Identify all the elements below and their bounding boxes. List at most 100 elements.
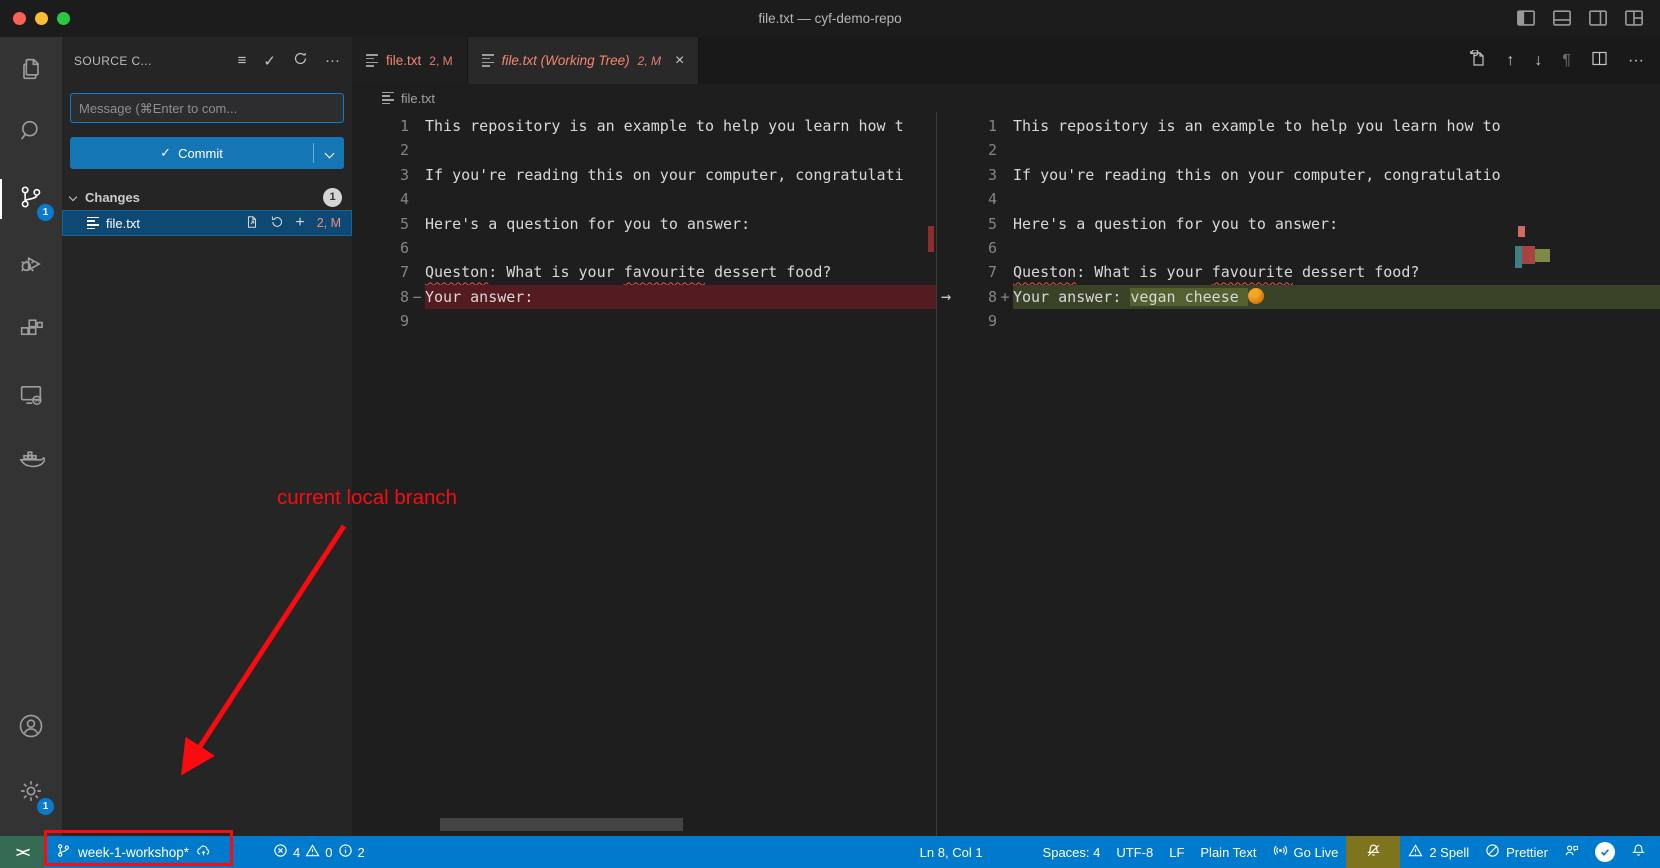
code-line[interactable]: 6 — [937, 236, 1660, 260]
commit-message-input[interactable] — [70, 93, 344, 123]
stage-changes-icon[interactable]: + — [295, 216, 304, 230]
feedback-item[interactable] — [1556, 836, 1587, 868]
info-icon — [338, 843, 353, 861]
eol-item[interactable]: LF — [1161, 836, 1192, 868]
publish-cloud-icon — [196, 843, 211, 861]
customize-layout-icon[interactable] — [1624, 8, 1644, 33]
open-file-icon[interactable] — [245, 215, 259, 232]
annotation-text: current local branch — [277, 486, 457, 510]
more-actions-icon[interactable]: ··· — [1628, 52, 1644, 70]
code-line[interactable]: 8−Your answer: — [352, 285, 936, 309]
commit-dropdown-button[interactable] — [314, 150, 344, 157]
sidebar-item-docker[interactable] — [0, 437, 62, 489]
horizontal-scrollbar[interactable] — [440, 818, 683, 831]
close-window-button[interactable] — [13, 12, 26, 25]
sidebar-item-remote-explorer[interactable] — [0, 371, 62, 423]
bell-slash-icon — [1366, 843, 1381, 861]
more-actions-icon[interactable]: ··· — [325, 52, 340, 69]
settings-badge: 1 — [37, 798, 54, 815]
slash-circle-icon — [1485, 843, 1500, 861]
sync-status-item[interactable] — [1587, 836, 1623, 868]
sidebar-title: SOURCE C... — [74, 54, 152, 68]
problems-status-item[interactable]: 4 0 2 — [265, 836, 373, 868]
code-line[interactable]: 9 — [352, 309, 936, 333]
code-line[interactable]: 5Here's a question for you to answer: — [352, 212, 936, 236]
toggle-secondary-sidebar-icon[interactable] — [1588, 8, 1608, 33]
code-line[interactable]: 5Here's a question for you to answer: — [937, 212, 1660, 236]
cursor-position: Ln 8, Col 1 — [920, 845, 983, 860]
line-number-gutter: 4 — [352, 187, 425, 211]
code-line[interactable]: 2 — [352, 138, 936, 162]
changes-section-header[interactable]: Changes 1 — [62, 184, 352, 210]
code-line[interactable]: 2 — [937, 138, 1660, 162]
tab-problems-badge: 2, M — [429, 54, 452, 68]
line-number-gutter: 3 — [352, 163, 425, 187]
close-tab-icon[interactable]: × — [675, 52, 684, 70]
commit-check-icon[interactable]: ✓ — [263, 52, 276, 70]
tab-file-txt[interactable]: file.txt 2, M — [352, 37, 468, 84]
code-line[interactable]: 3If you're reading this on your computer… — [937, 163, 1660, 187]
remote-indicator[interactable]: >< — [0, 836, 44, 868]
code-line[interactable]: 6 — [352, 236, 936, 260]
next-change-icon[interactable]: ↓ — [1534, 52, 1542, 70]
toggle-panel-icon[interactable] — [1552, 8, 1572, 33]
discard-changes-icon[interactable] — [270, 215, 284, 232]
split-editor-icon[interactable] — [1591, 50, 1608, 72]
branch-status-item[interactable]: week-1-workshop* — [48, 836, 219, 868]
view-as-list-icon[interactable]: ≡ — [238, 52, 247, 69]
language-mode: Plain Text — [1200, 845, 1256, 860]
render-whitespace-icon[interactable]: ¶ — [1562, 52, 1571, 70]
warning-count: 0 — [325, 845, 332, 860]
diff-original-pane[interactable]: 1This repository is an example to help y… — [352, 112, 936, 836]
notifications-item[interactable] — [1623, 836, 1660, 868]
spell-checker-item[interactable]: 2 Spell — [1400, 836, 1477, 868]
code-line[interactable]: 4 — [937, 187, 1660, 211]
encoding-item[interactable]: UTF-8 — [1108, 836, 1161, 868]
commit-button[interactable]: ✓ Commit — [70, 137, 344, 169]
code-line[interactable]: 8+Your answer: vegan cheese — [937, 285, 1660, 309]
sidebar-item-run-debug[interactable] — [0, 240, 62, 292]
code-line[interactable]: 3If you're reading this on your computer… — [352, 163, 936, 187]
accounts-button[interactable] — [0, 702, 62, 754]
code-line[interactable]: 4 — [352, 187, 936, 211]
language-mode-item[interactable]: Plain Text — [1192, 836, 1264, 868]
diff-editor[interactable]: 1This repository is an example to help y… — [352, 112, 1660, 836]
live-reload-off-item[interactable] — [1346, 836, 1400, 868]
code-line[interactable]: 1This repository is an example to help y… — [352, 114, 936, 138]
sidebar-item-extensions[interactable] — [0, 305, 62, 357]
sidebar-item-source-control[interactable]: 1 — [0, 173, 62, 225]
indentation-item[interactable]: Spaces: 4 — [1035, 836, 1109, 868]
file-status-badge: 2, M — [317, 216, 341, 230]
status-bar: >< week-1-workshop* 4 0 2 Ln 8, Col 1 Sp… — [0, 836, 1660, 868]
code-line[interactable]: 7Queston: What is your favourite dessert… — [937, 260, 1660, 284]
code-line[interactable]: 9 — [937, 309, 1660, 333]
breadcrumb[interactable]: file.txt — [352, 84, 1660, 112]
tabs-bar: file.txt 2, M file.txt (Working Tree) 2,… — [352, 37, 1660, 84]
go-live-item[interactable]: Go Live — [1265, 836, 1347, 868]
check-icon: ✓ — [160, 145, 171, 161]
prettier-item[interactable]: Prettier — [1477, 836, 1556, 868]
sidebar-item-explorer[interactable] — [0, 45, 62, 97]
minimize-window-button[interactable] — [35, 12, 48, 25]
editor-area: file.txt 2, M file.txt (Working Tree) 2,… — [352, 37, 1660, 836]
previous-change-icon[interactable]: ↑ — [1506, 52, 1514, 70]
toggle-primary-sidebar-icon[interactable] — [1516, 8, 1536, 33]
file-icon — [87, 215, 99, 232]
prettier-label: Prettier — [1506, 845, 1548, 860]
check-circle-icon — [1595, 842, 1615, 862]
tab-file-txt-working-tree[interactable]: file.txt (Working Tree) 2, M × — [468, 37, 700, 84]
code-line[interactable]: 7Queston: What is your favourite dessert… — [352, 260, 936, 284]
commit-button-label: Commit — [178, 146, 223, 161]
revert-change-arrow-icon[interactable]: → — [941, 287, 951, 307]
diff-modified-pane[interactable]: 1This repository is an example to help y… — [936, 112, 1660, 836]
cursor-position-item[interactable]: Ln 8, Col 1 — [912, 836, 991, 868]
zoom-window-button[interactable] — [57, 12, 70, 25]
sidebar-item-search[interactable] — [0, 107, 62, 159]
changed-file-row[interactable]: file.txt + 2, M — [62, 210, 352, 236]
code-line[interactable]: 1This repository is an example to help y… — [937, 114, 1660, 138]
open-changes-icon[interactable] — [1469, 50, 1486, 72]
settings-button[interactable]: 1 — [0, 767, 62, 819]
line-number-gutter: 9 — [352, 309, 425, 333]
error-icon — [273, 843, 288, 861]
refresh-icon[interactable] — [293, 51, 308, 71]
